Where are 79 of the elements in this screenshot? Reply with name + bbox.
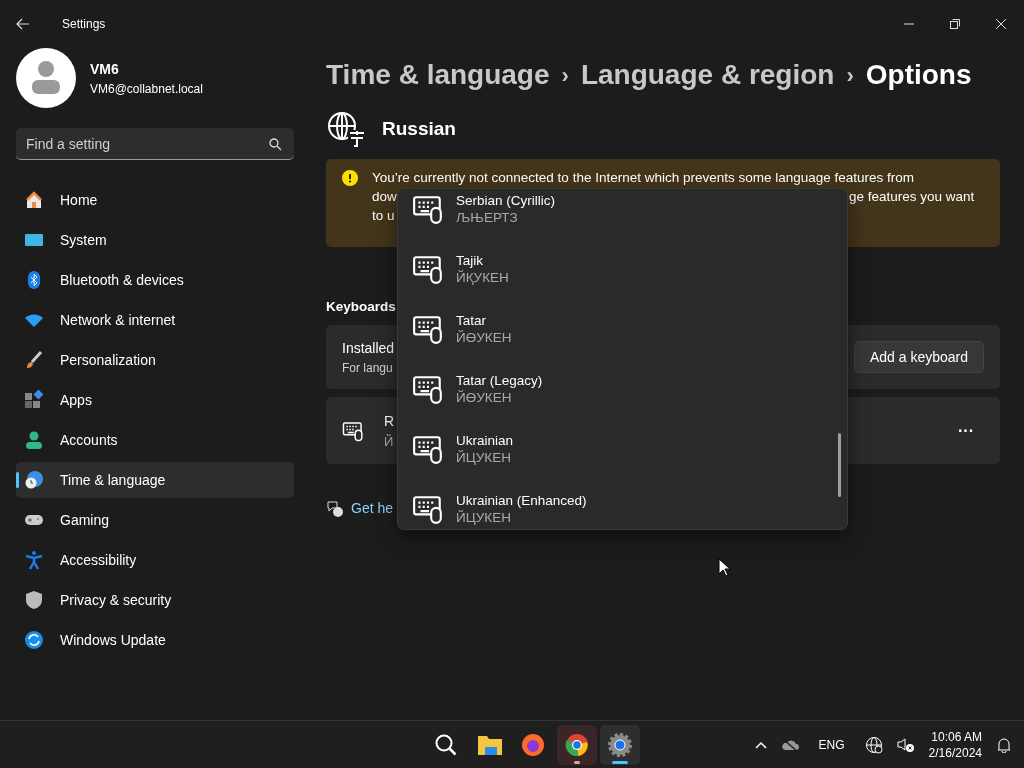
chevron-up-icon[interactable] xyxy=(754,740,767,749)
keyboard-icon xyxy=(412,493,444,525)
breadcrumb-item[interactable]: Language & region xyxy=(580,54,835,96)
add-keyboard-button[interactable]: Add a keyboard xyxy=(853,341,984,374)
keyboard-icon xyxy=(342,419,364,442)
sidebar-item[interactable]: Privacy & security xyxy=(16,582,294,618)
browser-icon xyxy=(521,732,545,757)
accessibility-icon xyxy=(24,550,44,570)
keyboard-option[interactable]: Ukrainian (Enhanced) ЙЦУКЕН xyxy=(398,479,847,529)
sidebar-item[interactable]: Home xyxy=(16,182,294,218)
warning-icon xyxy=(342,170,358,186)
warning-text: You’re currently not connected to the Internet which prevents some language features from xyxy=(372,169,916,187)
keyboard-icon xyxy=(412,373,444,405)
breadcrumb-separator: › xyxy=(846,61,854,90)
window-title: Settings xyxy=(62,16,106,33)
card-subtitle: For langu xyxy=(342,359,394,377)
sidebar-item[interactable]: Apps xyxy=(16,382,294,418)
keyboard-icon xyxy=(412,433,444,465)
globe-clock-icon xyxy=(24,470,44,490)
scrollbar-thumb[interactable] xyxy=(838,433,841,497)
keyboard-name: R xyxy=(384,411,395,431)
more-button[interactable]: ··· xyxy=(948,418,984,443)
sidebar-item[interactable]: Bluetooth & devices xyxy=(16,262,294,298)
keyboard-option[interactable]: Tajik ЙҚУКЕН xyxy=(398,239,847,299)
mouse-cursor xyxy=(718,558,730,577)
close-icon xyxy=(996,19,1006,29)
user-name: VM6 xyxy=(90,59,120,79)
warning-text: to u xyxy=(372,208,395,223)
paintbrush-icon xyxy=(24,350,44,370)
help-icon xyxy=(326,499,344,518)
taskbar-button[interactable] xyxy=(556,724,597,765)
clock-date[interactable]: 2/16/2024 xyxy=(928,744,982,761)
language-title: Russian xyxy=(382,116,456,141)
language-indicator[interactable]: ENG xyxy=(818,735,845,754)
clock-time[interactable]: 10:06 AM xyxy=(928,728,982,745)
apps-icon xyxy=(24,390,44,410)
person-icon xyxy=(24,430,44,450)
breadcrumb-separator: › xyxy=(561,61,569,90)
globe-icon[interactable] xyxy=(864,735,883,754)
keyboard-icon xyxy=(412,313,444,345)
folder-icon xyxy=(476,733,503,756)
back-arrow-icon xyxy=(15,16,31,32)
search-icon xyxy=(434,732,458,757)
gear-icon xyxy=(607,731,633,758)
user-avatar xyxy=(16,48,76,108)
user-email: VM6@collabnet.local xyxy=(90,80,203,98)
breadcrumb-item[interactable]: Time & language xyxy=(326,54,550,96)
sidebar-item[interactable]: System xyxy=(16,222,294,258)
muted-speaker-icon[interactable] xyxy=(896,736,915,753)
sidebar-item[interactable]: Accounts xyxy=(16,422,294,458)
sidebar-item[interactable]: Personalization xyxy=(16,342,294,378)
breadcrumb-item: Options xyxy=(865,58,972,92)
sidebar-item[interactable]: Windows Update xyxy=(16,622,294,658)
keyboard-option[interactable]: Tatar ЙӨУКЕН xyxy=(398,299,847,359)
warning-text: dow xyxy=(372,189,397,204)
sidebar-item[interactable]: Time & language xyxy=(16,462,294,498)
keyboard-option[interactable]: Serbian (Cyrillic) ЉЊЕРТЗ xyxy=(398,189,847,239)
sidebar-item[interactable]: Gaming xyxy=(16,502,294,538)
sidebar-item[interactable]: Accessibility xyxy=(16,542,294,578)
warning-text: ge features you want xyxy=(849,189,975,204)
browser-icon xyxy=(564,732,589,757)
section-heading: Keyboards xyxy=(326,298,396,316)
cloud-icon[interactable] xyxy=(780,738,799,751)
taskbar-button[interactable] xyxy=(600,724,640,765)
notification-icon[interactable] xyxy=(996,736,1012,753)
card-title: Installed xyxy=(342,338,395,358)
house-icon xyxy=(24,190,44,210)
keyboard-option[interactable]: Ukrainian ЙЦУКЕН xyxy=(398,419,847,479)
keyboard-icon xyxy=(412,253,444,285)
restore-icon xyxy=(950,19,960,29)
keyboard-icon xyxy=(412,193,444,225)
keyboard-option[interactable]: Tatar (Legacy) ЙӨУКЕН xyxy=(398,359,847,419)
shield-icon xyxy=(24,590,44,610)
search-field[interactable]: Find a setting xyxy=(16,128,294,160)
sidebar-item[interactable]: Network & internet xyxy=(16,302,294,338)
update-icon xyxy=(24,630,44,650)
keyboard-layout: Й xyxy=(384,432,395,451)
search-icon xyxy=(269,138,282,151)
help-link[interactable]: Get he xyxy=(351,498,394,520)
